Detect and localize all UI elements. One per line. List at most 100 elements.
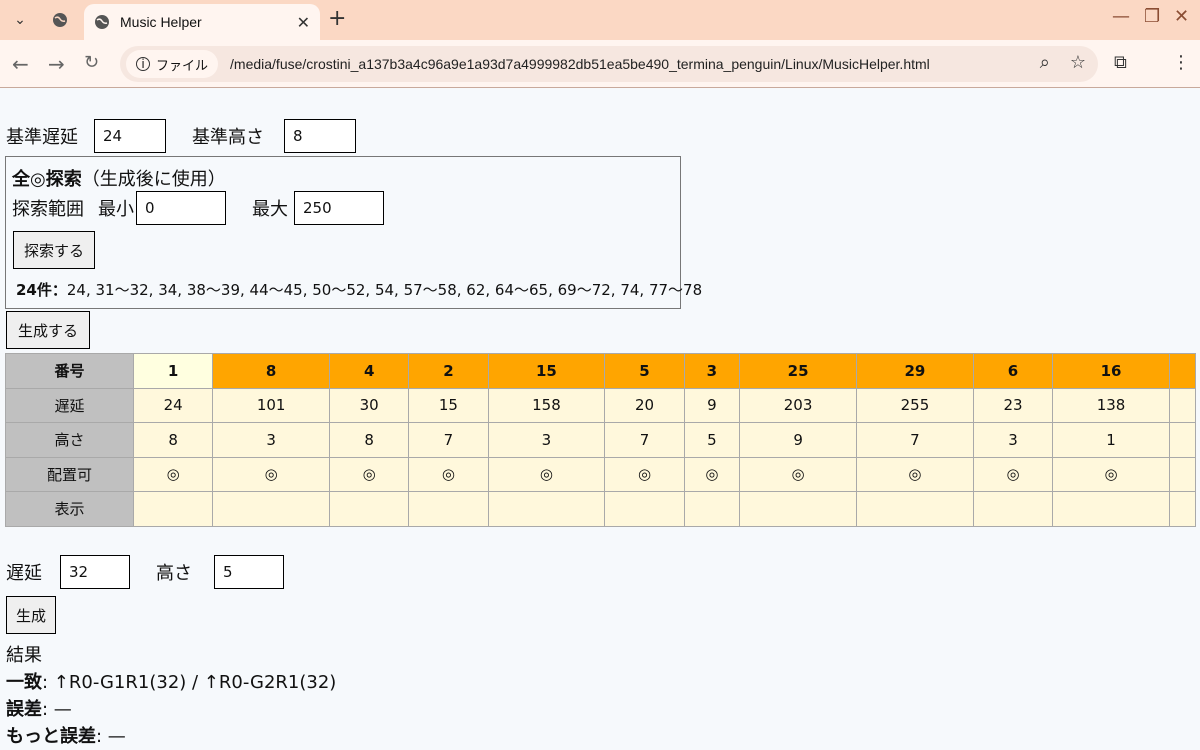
search-title: 全◎探索（生成後に使用） [12, 165, 226, 191]
table-cell[interactable] [739, 491, 858, 527]
url-text[interactable]: /media/fuse/crostini_a137b3a4c96a9e1a93d… [230, 56, 930, 72]
table-cell: 24 [132, 387, 214, 423]
row-header: 番号 [5, 353, 134, 389]
height-input[interactable]: 5 [214, 555, 284, 589]
table-cell: ◎ [739, 456, 858, 492]
table-cell-empty [1169, 353, 1196, 389]
site-info-label: ファイル [156, 58, 209, 74]
row-header: 配置可 [5, 456, 134, 492]
table-cell: 5 [604, 353, 685, 389]
search-max-label: 最大 [252, 199, 288, 220]
page-content: 基準遅延 24 基準高さ 8 全◎探索（生成後に使用） 探索範囲 最小 0 最大… [0, 89, 1200, 750]
table-cell: 16 [1052, 353, 1170, 389]
search-panel: 全◎探索（生成後に使用） 探索範囲 最小 0 最大 250 探索する 24件：2… [5, 156, 702, 309]
height-row: 高さ 8 3 8 7 3 7 5 9 7 3 1 [5, 422, 1196, 458]
more-error-line: もっと誤差: — [6, 722, 126, 748]
search-min-label: 最小 [98, 199, 134, 220]
new-tab-icon[interactable]: + [328, 6, 346, 31]
more-error-label: もっと誤差 [6, 726, 96, 747]
table-cell: 8 [212, 353, 331, 389]
table-cell: 25 [739, 353, 858, 389]
search-min-input[interactable]: 0 [136, 191, 226, 225]
base-height-input[interactable]: 8 [284, 119, 356, 153]
display-row: 表示 [5, 491, 1196, 527]
sequence-table: 番号 1 8 4 2 15 5 3 25 29 6 16 遅延 24 101 30 15 158 20 9 203 255… [5, 353, 1196, 527]
lower-generate-button[interactable]: 生成 [6, 596, 56, 634]
globe-icon [48, 8, 72, 32]
browser-tab-bar: ⌄ Music Helper ✕ + — ❐ ✕ [0, 0, 1200, 40]
match-line: 一致: ↑R0-G1R1(32) / ↑R0-G2R1(32) [6, 668, 336, 694]
reload-icon[interactable]: ↻ [84, 52, 99, 73]
info-icon: i [136, 57, 150, 71]
base-delay-label: 基準遅延 [6, 127, 78, 148]
menu-kebab-icon[interactable]: ⋮ [1172, 52, 1190, 73]
match-label: 一致 [6, 672, 42, 693]
tab-search-icon[interactable]: ⌄ [8, 8, 32, 32]
row-header: 高さ [5, 422, 134, 458]
bookmark-star-icon[interactable]: ☆ [1070, 52, 1086, 73]
back-icon[interactable]: ← [12, 52, 29, 76]
table-cell: 7 [408, 422, 489, 458]
search-title-bold: 全◎探索 [12, 169, 82, 190]
delay-input[interactable]: 32 [60, 555, 130, 589]
table-cell: ◎ [1052, 456, 1170, 492]
table-cell[interactable] [408, 491, 489, 527]
table-cell-empty [1169, 422, 1196, 458]
search-max-input[interactable]: 250 [294, 191, 384, 225]
search-result-count: 24件： [16, 281, 67, 299]
search-button[interactable]: 探索する [13, 231, 95, 269]
table-cell[interactable] [132, 491, 214, 527]
browser-tab[interactable]: Music Helper ✕ [84, 4, 320, 40]
tab-close-icon[interactable]: ✕ [297, 13, 310, 32]
zoom-icon[interactable]: ⌕ [1040, 52, 1050, 73]
generate-button[interactable]: 生成する [6, 311, 90, 349]
table-cell[interactable] [329, 491, 410, 527]
table-cell: 8 [132, 422, 214, 458]
table-cell: ◎ [604, 456, 685, 492]
lower-input-row: 遅延 32 高さ 5 [6, 555, 284, 589]
restore-icon[interactable]: ❐ [1144, 6, 1160, 27]
table-cell[interactable] [972, 491, 1054, 527]
search-range-row: 探索範囲 最小 0 最大 250 [12, 191, 384, 225]
window-close-icon[interactable]: ✕ [1174, 6, 1189, 27]
table-cell: 3 [972, 422, 1054, 458]
table-cell: 7 [856, 422, 974, 458]
table-cell[interactable] [604, 491, 685, 527]
search-result-values: 24, 31〜32, 34, 38〜39, 44〜45, 50〜52, 54, … [66, 281, 703, 299]
table-cell: 3 [487, 422, 606, 458]
table-cell: 4 [329, 353, 410, 389]
table-cell: 15 [408, 387, 489, 423]
minimize-icon[interactable]: — [1112, 6, 1130, 27]
delay-row: 遅延 24 101 30 15 158 20 9 203 255 23 138 [5, 387, 1196, 423]
height-label: 高さ [156, 563, 192, 584]
base-delay-input[interactable]: 24 [94, 119, 166, 153]
table-cell: 101 [212, 387, 331, 423]
table-cell: 6 [972, 353, 1054, 389]
row-header: 遅延 [5, 387, 134, 423]
table-cell[interactable] [856, 491, 974, 527]
error-value: : — [42, 699, 72, 720]
table-cell: 30 [329, 387, 410, 423]
table-cell: ◎ [487, 456, 606, 492]
extensions-icon[interactable]: ⧉ [1114, 52, 1127, 73]
table-cell[interactable] [1052, 491, 1170, 527]
table-cell-empty [1169, 456, 1196, 492]
table-cell: 203 [739, 387, 858, 423]
match-value: : ↑R0-G1R1(32) / ↑R0-G2R1(32) [42, 672, 337, 693]
page-favicon-icon [95, 15, 109, 29]
placeable-row: 配置可 ◎ ◎ ◎ ◎ ◎ ◎ ◎ ◎ ◎ ◎ ◎ [5, 456, 1196, 492]
table-cell: 3 [683, 353, 741, 389]
table-cell-empty [1169, 491, 1196, 527]
table-cell: ◎ [972, 456, 1054, 492]
table-cell: ◎ [408, 456, 489, 492]
search-range-label: 探索範囲 [12, 199, 84, 220]
site-info-chip[interactable]: i ファイル [126, 50, 219, 78]
forward-icon[interactable]: → [48, 52, 65, 76]
table-cell: 1 [132, 353, 214, 389]
table-cell[interactable] [487, 491, 606, 527]
table-cell[interactable] [212, 491, 331, 527]
table-cell: 5 [683, 422, 741, 458]
table-cell: 9 [683, 387, 741, 423]
table-cell[interactable] [683, 491, 741, 527]
address-bar[interactable]: i ファイル /media/fuse/crostini_a137b3a4c96a… [120, 46, 1098, 82]
